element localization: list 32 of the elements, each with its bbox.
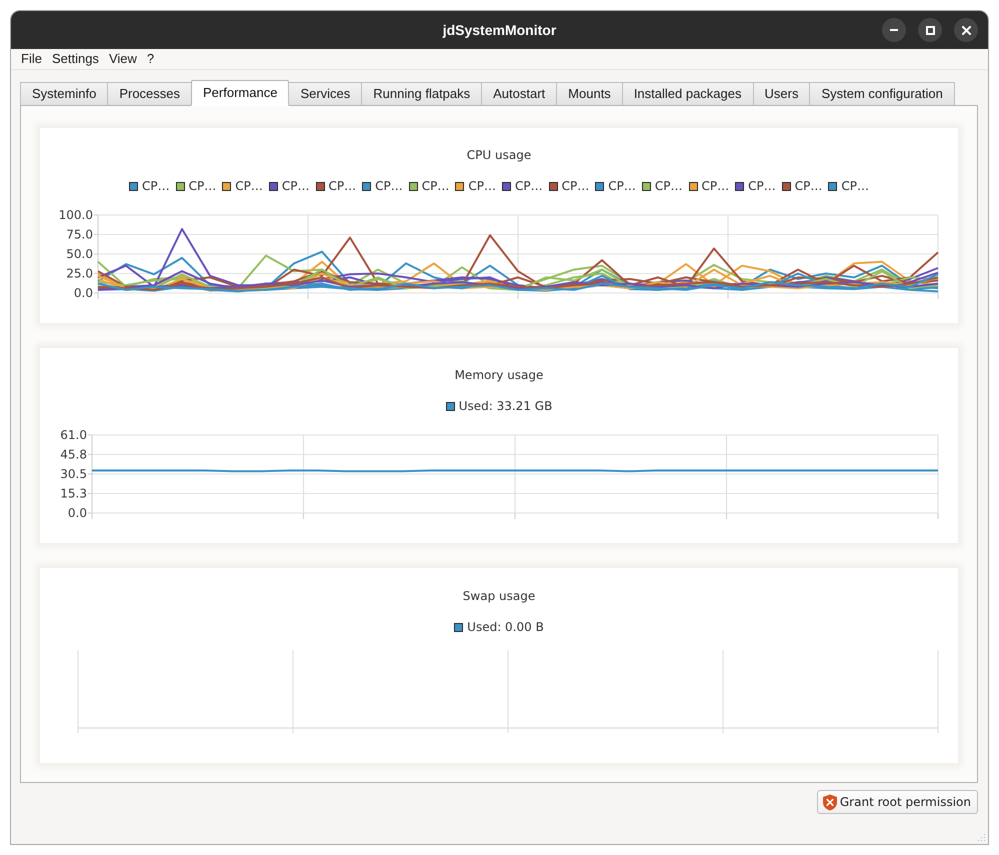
y-axis-label: 50.0 (66, 247, 93, 261)
y-axis-label: 30.5 (60, 467, 87, 481)
y-axis-label: 15.3 (60, 486, 87, 500)
legend-label: CP… (375, 178, 403, 194)
y-axis-label: 25.0 (66, 266, 93, 280)
chart-title: Swap usage (462, 588, 536, 604)
window-title: jdSystemMonitor (442, 20, 556, 40)
y-axis-label: 0.0 (68, 506, 87, 520)
legend-label: CP… (142, 178, 170, 194)
legend-label: CP… (608, 178, 636, 194)
legend-label: CP… (794, 178, 822, 194)
y-axis-label: 100.0 (58, 208, 93, 222)
legend-label: CP… (562, 178, 590, 194)
legend-label: CP… (468, 178, 496, 194)
legend-label: CP… (702, 178, 730, 194)
legend-label: CP… (235, 178, 263, 194)
legend-label: Used: 33.21 GB (458, 398, 552, 414)
y-axis-label: 61.0 (60, 428, 87, 442)
legend-label: CP… (748, 178, 776, 194)
chart-title: CPU usage (466, 147, 532, 163)
legend-label: CP… (282, 178, 310, 194)
chart-title: Memory usage (454, 367, 544, 383)
legend-label: CP… (515, 178, 543, 194)
legend-label: CP… (422, 178, 450, 194)
y-axis-label: 45.8 (60, 448, 87, 462)
y-axis-label: 75.0 (66, 228, 93, 242)
y-axis-label: 0.0 (74, 286, 93, 300)
legend-label: CP… (841, 178, 869, 194)
legend-label: Used: 0.00 B (467, 619, 544, 635)
legend-label: CP… (654, 178, 682, 194)
legend-label: CP… (328, 178, 356, 194)
legend-label: CP… (188, 178, 216, 194)
